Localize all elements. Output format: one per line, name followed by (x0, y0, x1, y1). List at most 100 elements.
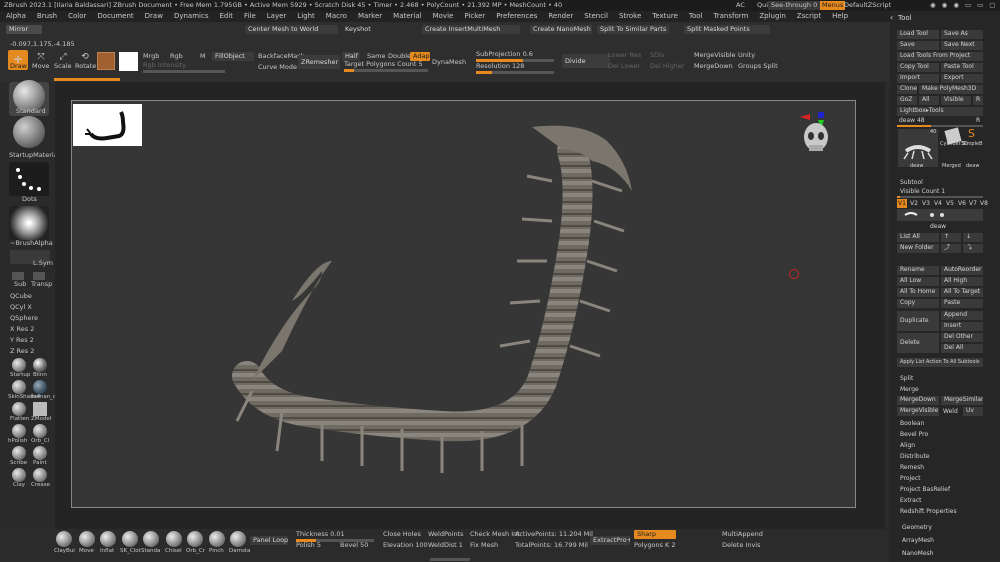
mrgb-button[interactable]: Mrgb (143, 52, 159, 61)
goz-button[interactable]: GoZ (897, 96, 917, 105)
weld-points-button[interactable]: WeldPoints (428, 530, 464, 539)
extract-section[interactable]: Extract (900, 496, 922, 505)
close-holes-button[interactable]: Close Holes (383, 530, 421, 539)
paste-tool-button[interactable]: Paste Tool (941, 63, 983, 72)
del-lower-button[interactable]: Del Lower (608, 62, 640, 71)
menu-file[interactable]: File (244, 12, 256, 20)
redshift-properties-section[interactable]: Redshift Properties (900, 507, 957, 516)
merge-down-button[interactable]: MergeDown (694, 62, 733, 71)
tool-slider-r[interactable]: R (976, 116, 980, 125)
transp-icon[interactable] (33, 272, 45, 280)
merge-similar-button[interactable]: MergeSimilar (941, 396, 983, 405)
menu-movie[interactable]: Movie (433, 12, 454, 20)
rgb-button[interactable]: Rgb (170, 52, 183, 61)
window-controls[interactable]: ◉◉◉▭▭▢ (930, 0, 1000, 11)
yres-slider[interactable]: Y Res 2 (10, 336, 34, 345)
zremesher-button[interactable]: ZRemesher (298, 55, 340, 69)
flatten-brush-icon[interactable] (12, 402, 26, 416)
navigator-thumbnail[interactable] (73, 104, 142, 146)
subtool-section[interactable]: Subtool (900, 178, 923, 187)
clone-button[interactable]: Clone (897, 85, 917, 94)
load-tools-project-button[interactable]: Load Tools From Project (897, 52, 983, 61)
all-low-button[interactable]: All Low (897, 277, 939, 286)
menu-render[interactable]: Render (548, 12, 573, 20)
target-polygons-track[interactable] (344, 69, 428, 72)
export-button[interactable]: Export (941, 74, 983, 83)
fix-mesh-button[interactable]: Fix Mesh (470, 541, 498, 550)
menu-zscript[interactable]: Zscript (797, 12, 821, 20)
tool-slider[interactable]: deaw 48 (899, 116, 925, 125)
menu-picker[interactable]: Picker (464, 12, 485, 20)
visible-count-slider[interactable]: Visible Count 1 (900, 187, 945, 196)
resolution-track[interactable] (476, 71, 554, 74)
m-button[interactable]: M (200, 52, 206, 61)
menu-edit[interactable]: Edit (219, 12, 233, 20)
scribe-brush-icon[interactable] (12, 446, 26, 460)
copy-tool-button[interactable]: Copy Tool (897, 63, 939, 72)
distribute-section[interactable]: Distribute (900, 452, 930, 461)
split-similar-button[interactable]: Split To Similar Parts (597, 25, 669, 34)
menu-marker[interactable]: Marker (358, 12, 382, 20)
duplicate-button[interactable]: Duplicate (897, 311, 939, 331)
xres-slider[interactable]: X Res 2 (10, 325, 34, 334)
stroke-thumbnail[interactable] (9, 162, 49, 196)
color-swatch[interactable] (119, 52, 138, 71)
material-thumbnail[interactable] (9, 116, 49, 150)
polygons-k-slider[interactable]: Polygons K 2 (634, 541, 675, 550)
resolution-slider[interactable]: Resolution 128 (476, 62, 524, 71)
menu-brush[interactable]: Brush (37, 12, 57, 20)
zres-slider[interactable]: Z Res 2 (10, 347, 34, 356)
menu-draw[interactable]: Draw (145, 12, 163, 20)
viewport[interactable] (71, 100, 856, 508)
inflate-brush-icon[interactable] (100, 531, 116, 547)
startup-material-sphere[interactable] (12, 358, 26, 372)
menu-color[interactable]: Color (68, 12, 86, 20)
split-section[interactable]: Split (900, 374, 913, 383)
crease-brush-icon[interactable] (33, 468, 47, 482)
center-mesh-button[interactable]: Center Mesh to World (245, 25, 338, 34)
bevel-slider[interactable]: Bevel 50 (340, 541, 368, 550)
subprojection-slider[interactable]: SubProjection 0.6 (476, 50, 533, 59)
bevel-pro-section[interactable]: Bevel Pro (900, 430, 928, 439)
v8-button[interactable]: V8 (980, 199, 988, 208)
merge-visible-button-panel[interactable]: MergeVisible (897, 407, 939, 416)
orb-clay-brush-icon[interactable] (33, 424, 47, 438)
align-section[interactable]: Align (900, 441, 915, 450)
merge-section[interactable]: Merge (900, 385, 919, 394)
blinn-sphere[interactable] (33, 358, 47, 372)
menu-stencil[interactable]: Stencil (584, 12, 608, 20)
v3-button[interactable]: V3 (922, 199, 930, 208)
qcube-button[interactable]: QCube (10, 292, 32, 301)
menu-document[interactable]: Document (97, 12, 133, 20)
orientation-gizmo[interactable] (800, 111, 840, 161)
tool-palette-title[interactable]: Tool (898, 14, 912, 23)
append-button[interactable]: Append (941, 311, 983, 320)
insert-button[interactable]: Insert (941, 322, 983, 331)
qsphere-button[interactable]: QSphere (10, 314, 38, 323)
rgb-intensity-slider[interactable]: Rgb Intensity (143, 61, 186, 70)
lightbox-tools-button[interactable]: Lightbox▸Tools (897, 107, 983, 116)
visible-count-track[interactable] (897, 196, 983, 198)
menu-alpha[interactable]: Alpha (6, 12, 26, 20)
menu-dynamics[interactable]: Dynamics (174, 12, 209, 20)
v7-button[interactable]: V7 (969, 199, 977, 208)
delete-invis-button[interactable]: Delete Invis (722, 541, 761, 550)
v2-button[interactable]: V2 (910, 199, 918, 208)
divide-button[interactable]: Divide (562, 54, 610, 68)
check-mesh-button[interactable]: Check Mesh Int (470, 530, 520, 539)
centipede-model[interactable] (222, 121, 652, 481)
weld-toggle[interactable]: Weld (943, 407, 958, 416)
import-button[interactable]: Import (897, 74, 939, 83)
make-polymesh-button[interactable]: Make PolyMesh3D (919, 85, 983, 94)
human-sphere[interactable] (33, 380, 47, 394)
mirror-button[interactable]: Mirror (6, 25, 42, 34)
standard-brush-icon[interactable] (143, 531, 159, 547)
paste-button[interactable]: Paste (941, 299, 983, 308)
dynamesh-button[interactable]: DynaMesh (432, 58, 466, 67)
create-insert-multimesh-button[interactable]: Create InsertMultiMesh (422, 25, 520, 34)
extract-pro-button[interactable]: ExtractPro+ (590, 536, 630, 545)
menu-texture[interactable]: Texture (652, 12, 678, 20)
sdiv-slider[interactable]: SDiv (650, 51, 665, 60)
menu-material[interactable]: Material (393, 12, 421, 20)
apply-list-action-button[interactable]: Apply List Action To All Subtools (897, 358, 983, 367)
